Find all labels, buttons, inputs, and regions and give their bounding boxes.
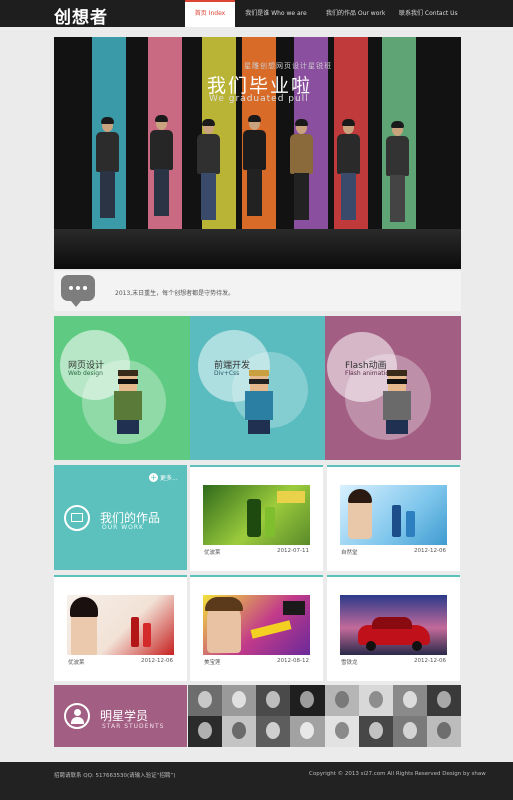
student-photo[interactable] xyxy=(188,716,223,747)
work-date: 2012-08-12 xyxy=(277,658,309,664)
work-thumbnail xyxy=(67,595,174,655)
work-caption: 自然堂 xyxy=(341,550,358,556)
work-caption: 优波莱 xyxy=(68,660,85,666)
work-date: 2012-12-06 xyxy=(414,548,446,554)
star-students-subtitle: STAR STUDENTS xyxy=(102,723,165,730)
work-card[interactable]: 优波莱 2012-07-11 xyxy=(190,465,323,571)
speech-bubble-icon xyxy=(61,275,95,307)
student-photo[interactable] xyxy=(290,716,325,747)
work-caption: 美宝莲 xyxy=(204,660,221,666)
our-work-subtitle: OUR WORK xyxy=(102,524,144,531)
student-photo[interactable] xyxy=(290,685,325,716)
work-card[interactable]: 优波莱 2012-12-06 xyxy=(54,575,187,681)
nav-who-we-are[interactable]: 我们是谁 Who we are xyxy=(235,0,317,27)
student-photo[interactable] xyxy=(256,685,291,716)
student-photo[interactable] xyxy=(222,685,257,716)
work-thumbnail xyxy=(340,485,447,545)
student-photo-grid xyxy=(188,685,461,747)
site-logo[interactable]: 创想者 xyxy=(54,3,108,28)
site-footer: 招聘请联系 QQ: 517663530(请输入验证“招聘”) Copyright… xyxy=(0,762,513,800)
student-photo[interactable] xyxy=(358,685,393,716)
more-link[interactable]: + 更多... xyxy=(149,473,178,482)
work-thumbnail xyxy=(340,595,447,655)
service-subtitle: Web design xyxy=(68,370,103,377)
star-students-panel: 明星学员 STAR STUDENTS xyxy=(54,685,187,747)
banner-title-en: We graduated pull xyxy=(209,94,309,104)
student-photo[interactable] xyxy=(324,716,359,747)
student-photo[interactable] xyxy=(188,685,223,716)
image-icon xyxy=(64,505,90,531)
nav-our-work[interactable]: 我们的作品 Our work xyxy=(317,0,390,27)
work-caption: 优波莱 xyxy=(204,550,221,556)
more-label: 更多... xyxy=(160,475,178,482)
service-subtitle: Flash animation xyxy=(345,370,393,377)
user-icon xyxy=(64,703,90,729)
service-subtitle: Div+Css xyxy=(214,370,240,377)
work-date: 2012-12-06 xyxy=(141,658,173,664)
student-photo[interactable] xyxy=(358,716,393,747)
nav-index[interactable]: 首页 Index xyxy=(185,0,235,27)
copyright: Copyright © 2013 si27.com All Rights Res… xyxy=(309,771,486,777)
banner-floor xyxy=(54,229,461,269)
recruit-contact: 招聘请联系 QQ: 517663530(请输入验证“招聘”) xyxy=(54,773,176,779)
work-caption: 雪铁龙 xyxy=(341,660,358,666)
service-flash[interactable]: Flash动画 Flash animation xyxy=(325,316,461,460)
service-web-design[interactable]: 网页设计 Web design xyxy=(54,316,190,460)
work-date: 2012-12-06 xyxy=(414,658,446,664)
site-header: 创想者 首页 Index 我们是谁 Who we are 我们的作品 Our w… xyxy=(0,0,513,28)
star-students-title: 明星学员 xyxy=(100,709,149,723)
student-photo[interactable] xyxy=(426,716,461,747)
hero-banner[interactable]: 星雕创想网页设计星锐班 我们毕业啦 We graduated pull xyxy=(54,37,461,269)
work-thumbnail xyxy=(203,595,310,655)
student-photo[interactable] xyxy=(222,716,257,747)
plus-icon: + xyxy=(149,473,158,482)
banner-subtitle: 星雕创想网页设计星锐班 xyxy=(244,62,332,70)
work-card[interactable]: 自然堂 2012-12-06 xyxy=(327,465,460,571)
nav-contact-us[interactable]: 联系我们 Contact Us xyxy=(390,0,466,27)
slogan-bar: 2013,末日重生，每个创想者都是守势待发。 xyxy=(54,271,461,311)
service-frontend[interactable]: 前端开发 Div+Css xyxy=(190,316,326,460)
student-photo[interactable] xyxy=(426,685,461,716)
student-photo[interactable] xyxy=(256,716,291,747)
main-nav: 首页 Index 我们是谁 Who we are 我们的作品 Our work … xyxy=(185,0,466,27)
work-card[interactable]: 雪铁龙 2012-12-06 xyxy=(327,575,460,681)
our-work-panel: + 更多... 我们的作品 OUR WORK xyxy=(54,465,187,570)
work-card[interactable]: 美宝莲 2012-08-12 xyxy=(190,575,323,681)
slogan-text: 2013,末日重生，每个创想者都是守势待发。 xyxy=(115,290,235,297)
work-date: 2012-07-11 xyxy=(277,548,309,554)
student-photo[interactable] xyxy=(392,716,427,747)
work-thumbnail xyxy=(203,485,310,545)
student-photo[interactable] xyxy=(392,685,427,716)
student-photo[interactable] xyxy=(324,685,359,716)
